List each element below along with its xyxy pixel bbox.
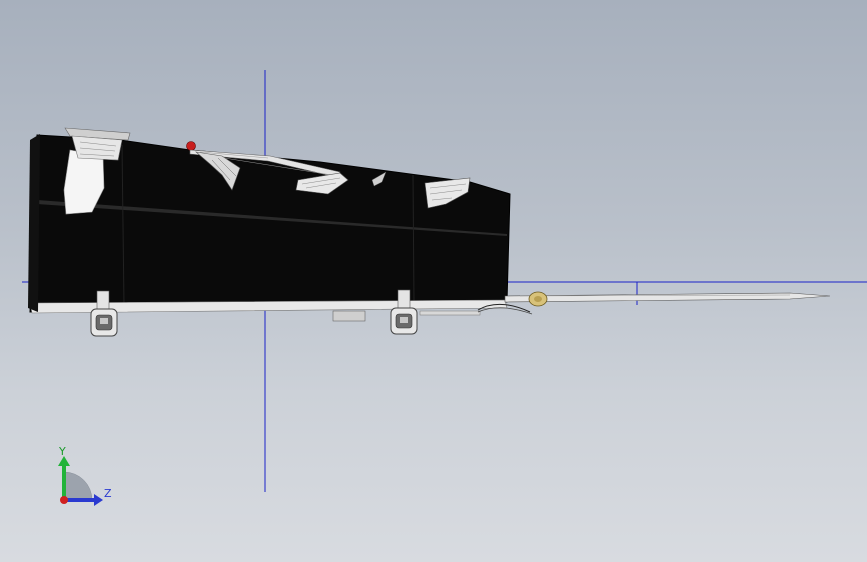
cad-graphics-viewport[interactable]: Y Z — [0, 0, 867, 562]
model-canvas[interactable]: Y Z — [0, 0, 867, 562]
x-axis-origin-icon — [60, 496, 68, 504]
triad-z-label: Z — [104, 487, 112, 500]
triad-y-label: Y — [58, 445, 66, 458]
triad-quarter-disc — [63, 471, 93, 501]
needle-probe[interactable] — [504, 291, 831, 307]
red-knob — [186, 141, 196, 151]
orientation-triad[interactable]: Y Z — [58, 445, 112, 506]
